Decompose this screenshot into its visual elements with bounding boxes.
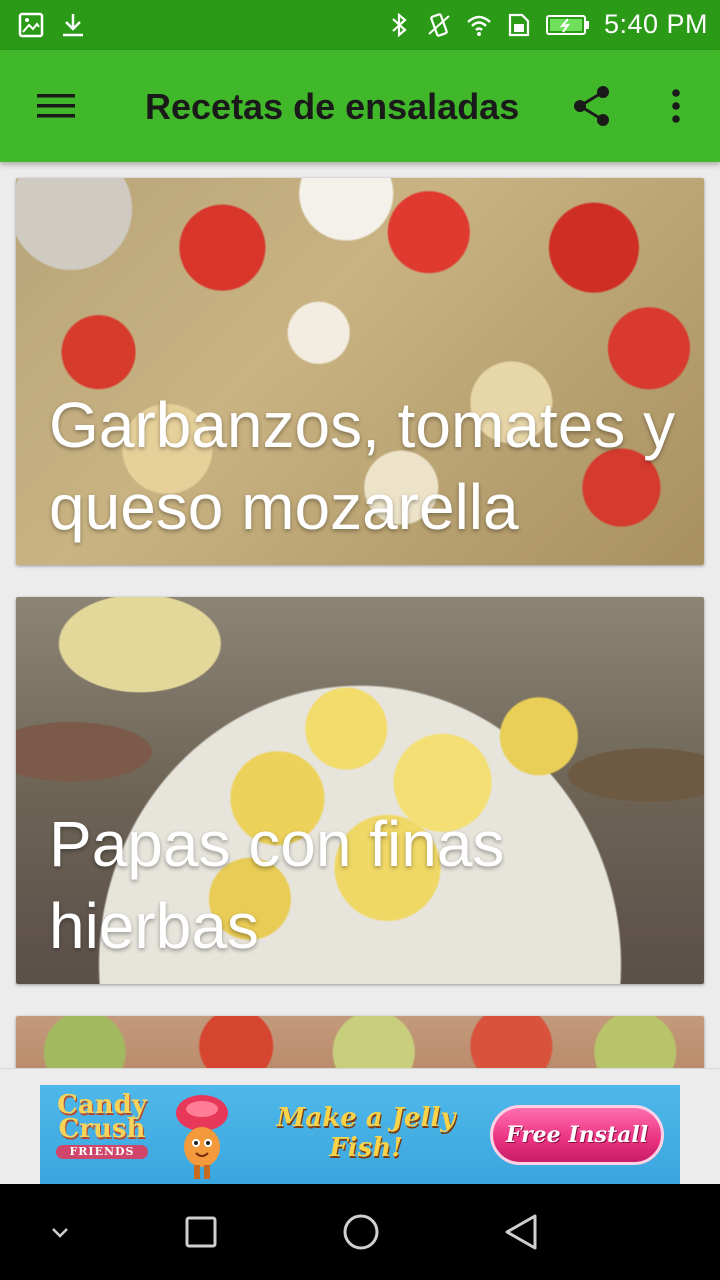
home-icon[interactable]	[337, 1208, 385, 1256]
bluetooth-icon	[392, 12, 407, 37]
ad-brand-sub: FRIENDS	[56, 1145, 148, 1159]
download-icon	[63, 14, 83, 37]
battery-icon	[545, 14, 589, 35]
recents-icon[interactable]	[177, 1208, 225, 1256]
ad-area: Candy Crush FRIENDS Make a Jelly Fish! F…	[0, 1068, 720, 1185]
recipe-title: Garbanzos, tomates y queso mozarella	[49, 389, 676, 543]
recipe-card[interactable]	[16, 1016, 704, 1068]
navigation-bar	[0, 1184, 720, 1280]
sim-icon	[508, 13, 530, 36]
ad-tagline: Make a Jelly Fish!	[276, 1103, 456, 1163]
recipe-card[interactable]: Papas con finas hierbas	[16, 597, 704, 984]
collapse-icon[interactable]	[36, 1208, 84, 1256]
page-title: Recetas de ensaladas	[145, 86, 520, 127]
ad-brand-logo: Candy Crush FRIENDS	[56, 1090, 148, 1159]
more-vert-icon[interactable]	[652, 82, 700, 130]
status-time: 5:40 PM	[603, 9, 708, 39]
ad-banner[interactable]: Candy Crush FRIENDS Make a Jelly Fish! F…	[40, 1085, 680, 1185]
recipe-title: Papas con finas hierbas	[49, 808, 505, 962]
back-icon[interactable]	[497, 1208, 545, 1256]
hamburger-menu-icon[interactable]	[30, 83, 82, 129]
app-bar: Recetas de ensaladas	[0, 50, 720, 162]
recipe-photo	[16, 1016, 704, 1068]
ad-brand-name: Candy Crush	[57, 1090, 147, 1144]
status-bar: 5:40 PM	[0, 0, 720, 50]
free-install-button[interactable]: Free Install	[490, 1105, 664, 1165]
recipe-list: Garbanzos, tomates y queso mozarella Pap…	[0, 162, 720, 1068]
share-icon[interactable]	[568, 82, 616, 130]
jelly-mascot-icon	[176, 1095, 228, 1179]
wifi-icon	[467, 15, 491, 36]
recipe-card[interactable]: Garbanzos, tomates y queso mozarella	[16, 178, 704, 565]
vibrate-icon	[428, 12, 450, 37]
gallery-icon	[18, 12, 44, 38]
